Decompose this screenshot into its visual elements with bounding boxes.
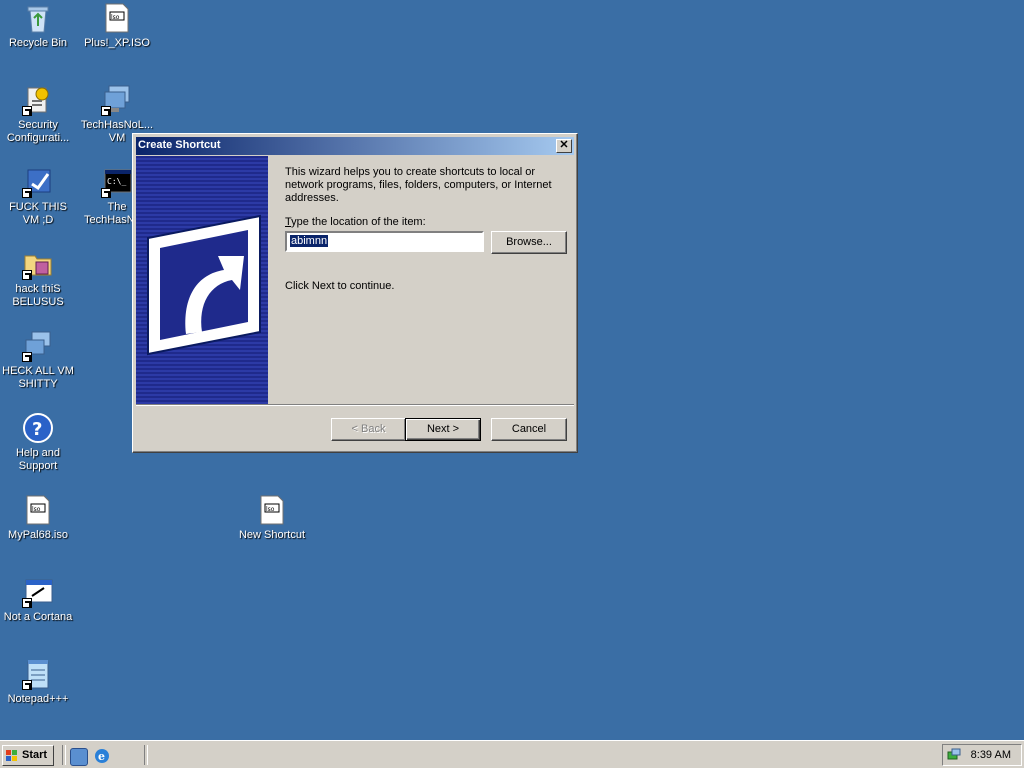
- browse-button[interactable]: Browse...: [491, 231, 567, 254]
- taskbar: Start e 8:39 AM: [0, 740, 1024, 768]
- dialog-titlebar[interactable]: Create Shortcut ✕: [136, 137, 574, 155]
- location-label-text: ype the location of the item:: [291, 216, 426, 228]
- network-computers-icon: [22, 330, 54, 362]
- iso-file-icon: lso: [22, 494, 54, 526]
- back-button[interactable]: < Back: [331, 418, 406, 441]
- svg-text:C:\_: C:\_: [107, 177, 126, 186]
- svg-text:lso: lso: [266, 506, 275, 513]
- shortcut-arrow-icon: [101, 106, 111, 116]
- start-button[interactable]: Start: [2, 745, 54, 766]
- desktop-icon-security-configuration[interactable]: Security Configurati...: [0, 84, 76, 145]
- desktop-icon-help-and-support[interactable]: ? Help and Support: [0, 412, 76, 473]
- shortcut-arrow-icon: [22, 352, 32, 362]
- shortcut-arrow-icon: [22, 106, 32, 116]
- dialog-title: Create Shortcut: [138, 139, 221, 151]
- desktop-icon-mypal68-iso[interactable]: lso MyPal68.iso: [0, 494, 76, 542]
- svg-text:lso: lso: [111, 14, 120, 21]
- iso-file-icon: lso: [101, 2, 133, 34]
- wizard-content: This wizard helps you to create shortcut…: [285, 166, 567, 292]
- notepad-icon: [22, 658, 54, 690]
- desktop-icon-label: Not a Cortana: [3, 611, 73, 623]
- desktop-icon-label: FUCK THIS VM ;D: [9, 201, 67, 226]
- svg-text:lso: lso: [32, 506, 41, 513]
- desktop-icon-label: MyPal68.iso: [8, 529, 68, 541]
- program-shortcut-icon: [22, 166, 54, 198]
- desktop-icon-label: HECK ALL VM SHITTY: [2, 365, 74, 390]
- shortcut-arrow-icon: [22, 188, 32, 198]
- location-input-value: abimnn: [290, 235, 329, 247]
- clock[interactable]: 8:39 AM: [971, 749, 1011, 761]
- desktop-icon-not-a-cortana[interactable]: Not a Cortana: [0, 576, 76, 624]
- computer-icon: [101, 84, 133, 116]
- quicklaunch-show-desktop-icon[interactable]: [70, 748, 88, 766]
- taskband-divider: [144, 745, 148, 765]
- shortcut-arrow-icon: [22, 680, 32, 690]
- desktop-icon-label: Recycle Bin: [8, 37, 68, 49]
- shortcut-file-icon: lso: [256, 494, 288, 526]
- continue-text: Click Next to continue.: [285, 280, 395, 292]
- desktop-icon-label: hack thiS BELUSUS: [12, 283, 64, 308]
- shortcut-arrow-icon: [22, 270, 32, 280]
- desktop-icon-label: Notepad+++: [7, 693, 69, 705]
- desktop-icon-hack-this-belusus[interactable]: hack thiS BELUSUS: [0, 248, 76, 309]
- shortcut-arrow-icon: [101, 188, 111, 198]
- desktop-icon-label: Security Configurati...: [6, 119, 70, 144]
- start-label: Start: [22, 749, 48, 761]
- close-button[interactable]: ✕: [556, 139, 572, 153]
- desktop-icon-label: Plus!_XP.ISO: [84, 37, 150, 49]
- command-prompt-icon: C:\_: [101, 166, 133, 198]
- wizard-banner: [136, 156, 268, 405]
- desktop-icon-heck-all-vm[interactable]: HECK ALL VM SHITTY: [0, 330, 76, 391]
- close-icon: ✕: [559, 139, 569, 151]
- svg-text:e: e: [98, 750, 105, 763]
- desktop-icon-fuck-this-vm[interactable]: FUCK THIS VM ;D: [0, 166, 76, 227]
- svg-text:?: ?: [32, 419, 42, 440]
- desktop-icon-label: New Shortcut: [238, 529, 306, 541]
- desktop-icon-new-shortcut[interactable]: lso New Shortcut: [234, 494, 310, 542]
- cancel-button[interactable]: Cancel: [491, 418, 567, 441]
- windows-logo-icon: [6, 750, 17, 761]
- location-label: Type the location of the item:: [285, 216, 426, 228]
- help-icon: ?: [22, 412, 54, 444]
- recycle-bin-icon: [22, 2, 54, 34]
- quicklaunch-divider: [62, 745, 66, 765]
- button-separator: [136, 404, 574, 406]
- desktop-icon-notepad[interactable]: Notepad+++: [0, 658, 76, 706]
- security-config-icon: [22, 84, 54, 116]
- desktop-icon-label: Help and Support: [15, 447, 61, 472]
- create-shortcut-dialog: Create Shortcut ✕ This wizard helps you …: [132, 133, 578, 453]
- quicklaunch-internet-explorer-icon[interactable]: e: [94, 748, 110, 764]
- intro-text: This wizard helps you to create shortcut…: [285, 166, 552, 204]
- folder-icon: [22, 248, 54, 280]
- shortcut-arrow-icon: [22, 598, 32, 608]
- system-tray: 8:39 AM: [942, 744, 1022, 766]
- next-button[interactable]: Next >: [405, 418, 481, 441]
- desktop-icon-recycle-bin[interactable]: Recycle Bin: [0, 2, 76, 50]
- location-input[interactable]: abimnn: [285, 231, 484, 252]
- network-tray-icon[interactable]: [947, 748, 961, 762]
- desktop-icon-plus-xp-iso[interactable]: lso Plus!_XP.ISO: [79, 2, 155, 50]
- window-shortcut-icon: [22, 576, 54, 608]
- shortcut-arrow-graphic-icon: [147, 214, 261, 356]
